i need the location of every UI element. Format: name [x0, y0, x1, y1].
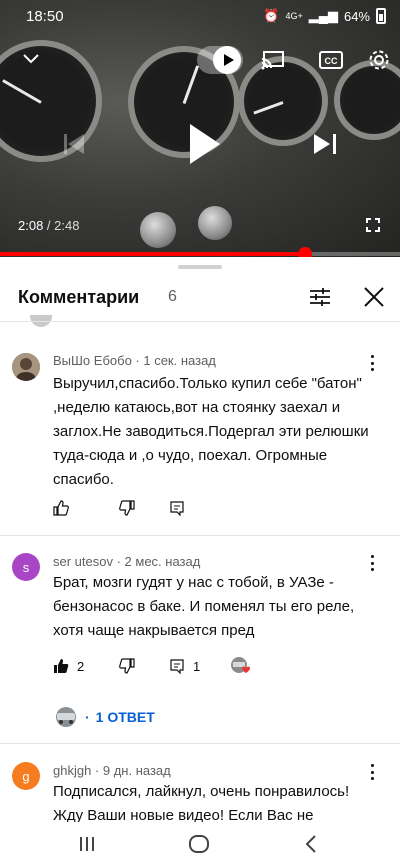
back-button[interactable] [296, 832, 326, 856]
play-icon[interactable] [186, 122, 222, 166]
recent-apps-button[interactable] [72, 832, 102, 856]
avatar[interactable] [12, 353, 40, 381]
divider [0, 321, 400, 322]
comment-author[interactable]: ВыШо Ебобо [53, 353, 132, 368]
home-icon [189, 835, 209, 853]
recent-apps-icon [80, 837, 94, 851]
comment-time: 1 сек. назад [143, 353, 216, 368]
comment-meta: ghkjgh · 9 дн. назад [53, 763, 171, 778]
avatar[interactable]: g [12, 762, 40, 790]
back-icon [305, 835, 316, 853]
divider [0, 743, 400, 744]
comment-meta: ВыШо Ебобо · 1 сек. назад [53, 353, 216, 368]
avatar [56, 707, 76, 727]
like-button[interactable]: 2 [53, 658, 119, 674]
status-time: 18:50 [26, 8, 64, 25]
current-time: 2:08 [18, 218, 44, 233]
comments-title: Комментарии [18, 287, 140, 307]
comment-actions: 2 1 [53, 656, 253, 676]
more-options-icon[interactable] [366, 355, 378, 371]
creator-avatar-heart-icon [231, 657, 250, 673]
progress-fill [0, 252, 305, 256]
like-count: 2 [77, 658, 85, 674]
svg-text:CC: CC [325, 56, 338, 66]
fullscreen-icon[interactable] [366, 218, 380, 232]
video-knob [198, 206, 232, 240]
drag-handle[interactable] [178, 265, 222, 269]
reply-button[interactable] [169, 500, 193, 516]
reply-count: 1 [193, 658, 201, 674]
reply-button[interactable]: 1 [169, 658, 229, 674]
cast-icon[interactable] [260, 48, 286, 72]
comment-text: Выручил,спасибо.Только купил себе "батон… [53, 375, 369, 488]
duration: 2:48 [54, 218, 80, 233]
thumbs-down-icon [119, 500, 135, 516]
comment-author[interactable]: ghkjgh [53, 763, 91, 778]
comment-author[interactable]: ser utesov [53, 554, 113, 569]
avatar-letter: g [22, 768, 30, 784]
creator-heart [229, 656, 253, 676]
avatar-letter: s [22, 559, 30, 575]
signal-icon: ▂▄▆ [308, 8, 338, 23]
status-bar: 18:50 ⏰ 4G+ ▂▄▆ 64% [0, 0, 400, 32]
video-gauge-left [0, 40, 102, 162]
settings-icon[interactable] [366, 47, 392, 73]
dislike-button[interactable] [119, 500, 169, 516]
network-indicator: 4G+ [285, 11, 303, 21]
chevron-down-icon[interactable] [20, 50, 42, 68]
video-knob [140, 212, 176, 248]
comments-panel: Комментарии 6 ВыШо Ебобо · 1 сек. назад … [0, 257, 400, 822]
comment-text: Подписался, лайкнул, очень понравилось! … [53, 783, 350, 822]
thumbs-up-icon [54, 659, 69, 673]
captions-icon[interactable]: CC [318, 48, 344, 72]
dislike-button[interactable] [119, 658, 169, 674]
replies-link-label[interactable]: 1 ОТВЕТ [96, 709, 155, 725]
replies-bullet: · [85, 709, 90, 725]
comment-time: 9 дн. назад [102, 763, 171, 778]
more-options-icon[interactable] [366, 764, 378, 780]
comments-count: 6 [168, 288, 177, 305]
divider [0, 535, 400, 536]
autoplay-toggle-knob[interactable] [213, 46, 241, 74]
video-player[interactable]: 18:50 ⏰ 4G+ ▂▄▆ 64% CC 2:08 / 2:48 [0, 0, 400, 257]
thumbs-up-icon [53, 500, 69, 516]
alarm-icon: ⏰ [263, 8, 280, 23]
comment-time: 2 мес. назад [124, 554, 201, 569]
comment-meta: ser utesov · 2 мес. назад [53, 554, 201, 569]
sort-filter-icon[interactable] [308, 285, 332, 309]
comment-text: Брат, мозги гудят у нас с тобой, в УАЗе … [53, 574, 355, 639]
next-icon[interactable] [314, 134, 336, 154]
thumbs-down-icon [119, 658, 135, 674]
avatar[interactable]: s [12, 553, 40, 581]
reply-icon [170, 501, 184, 516]
reply-icon [170, 659, 184, 674]
battery-icon [376, 8, 386, 24]
more-options-icon[interactable] [366, 555, 378, 571]
system-nav-bar [0, 822, 400, 867]
previous-icon[interactable] [64, 134, 86, 154]
scrubber-handle[interactable] [297, 247, 312, 257]
comment-actions [53, 500, 193, 516]
progress-bar[interactable] [0, 247, 400, 257]
like-button[interactable] [53, 500, 119, 516]
home-button[interactable] [184, 832, 214, 856]
video-timecode: 2:08 / 2:48 [18, 218, 80, 233]
battery-percent: 64% [343, 8, 370, 24]
close-icon[interactable] [362, 285, 386, 309]
view-replies-button[interactable]: · 1 ОТВЕТ [53, 706, 155, 728]
